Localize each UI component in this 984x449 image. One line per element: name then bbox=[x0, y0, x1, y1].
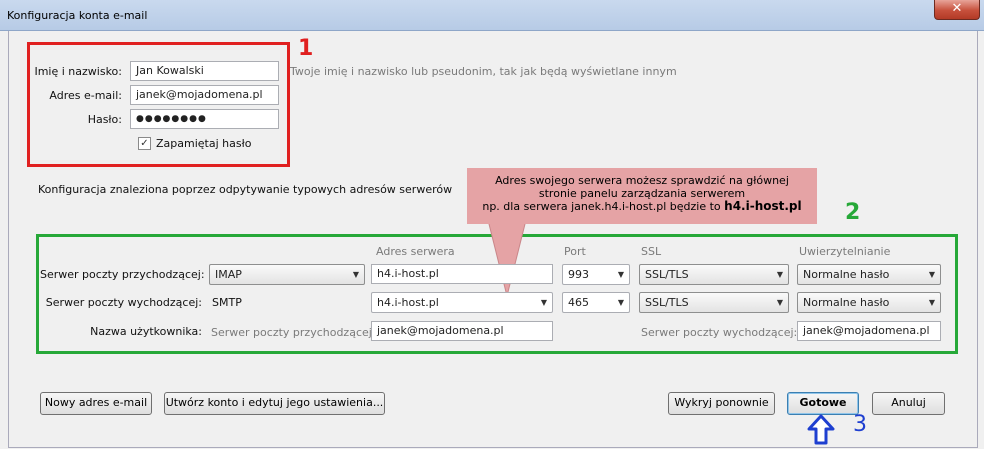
chevron-down-icon: ▼ bbox=[928, 298, 935, 307]
header-server-address: Adres serwera bbox=[376, 245, 455, 258]
status-text: Konfiguracja znaleziona poprzez odpytywa… bbox=[38, 183, 453, 196]
incoming-port-select[interactable]: 993 ▼ bbox=[562, 264, 630, 285]
header-port: Port bbox=[564, 245, 586, 258]
password-field[interactable]: ●●●●●●●● bbox=[130, 109, 279, 129]
tooltip-line-3: np. dla serwera janek.h4.i-host.pl będzi… bbox=[471, 199, 813, 214]
incoming-protocol-select[interactable]: IMAP ▼ bbox=[209, 264, 365, 285]
window-title: Konfiguracja konta e-mail bbox=[7, 9, 148, 22]
incoming-protocol-value: IMAP bbox=[215, 268, 242, 281]
tooltip-pointer bbox=[487, 220, 527, 297]
incoming-server-address-field[interactable]: h4.i-host.pl bbox=[371, 264, 553, 284]
outgoing-server-address-select[interactable]: h4.i-host.pl ▼ bbox=[371, 292, 553, 313]
header-ssl: SSL bbox=[641, 245, 662, 258]
chevron-down-icon: ▼ bbox=[540, 298, 547, 307]
header-auth: Uwierzytelnianie bbox=[799, 245, 891, 258]
close-button[interactable]: ✕ bbox=[934, 0, 980, 20]
annotation-number-3: 3 bbox=[853, 412, 867, 437]
incoming-ssl-select[interactable]: SSL/TLS ▼ bbox=[639, 264, 789, 285]
username-outgoing-field[interactable]: janek@mojadomena.pl bbox=[797, 321, 941, 341]
outgoing-protocol: SMTP bbox=[212, 296, 242, 309]
remember-password-checkbox[interactable]: ✓ bbox=[138, 137, 151, 150]
outgoing-port-select[interactable]: 465 ▼ bbox=[562, 292, 630, 313]
chevron-down-icon: ▼ bbox=[776, 270, 783, 279]
incoming-port-value: 993 bbox=[568, 268, 589, 281]
username-incoming-field[interactable]: janek@mojadomena.pl bbox=[371, 321, 553, 341]
name-hint: Twoje imię i nazwisko lub pseudonim, tak… bbox=[290, 65, 677, 78]
email-field[interactable]: janek@mojadomena.pl bbox=[130, 85, 279, 105]
chevron-down-icon: ▼ bbox=[928, 270, 935, 279]
annotation-number-2: 2 bbox=[845, 200, 861, 225]
chevron-down-icon: ▼ bbox=[617, 298, 624, 307]
name-label: Imię i nazwisko: bbox=[34, 65, 122, 78]
incoming-server-label: Serwer poczty przychodzącej: bbox=[40, 268, 205, 281]
window-title-bar bbox=[0, 0, 984, 31]
cancel-button[interactable]: Anuluj bbox=[872, 392, 945, 415]
password-label: Hasło: bbox=[87, 113, 122, 126]
incoming-auth-select[interactable]: Normalne hasło ▼ bbox=[797, 264, 941, 285]
name-field[interactable]: Jan Kowalski bbox=[130, 61, 279, 81]
chevron-down-icon: ▼ bbox=[617, 270, 624, 279]
outgoing-port-value: 465 bbox=[568, 296, 589, 309]
done-button[interactable]: Gotowe bbox=[787, 392, 859, 415]
close-icon: ✕ bbox=[951, 1, 963, 16]
incoming-auth-value: Normalne hasło bbox=[803, 268, 890, 281]
outgoing-ssl-select[interactable]: SSL/TLS ▼ bbox=[639, 292, 789, 313]
outgoing-auth-select[interactable]: Normalne hasło ▼ bbox=[797, 292, 941, 313]
username-incoming-label: Serwer poczty przychodzącej: bbox=[211, 326, 376, 339]
incoming-ssl-value: SSL/TLS bbox=[645, 268, 689, 281]
tooltip-line-3-bold: h4.i-host.pl bbox=[724, 199, 802, 213]
outgoing-auth-value: Normalne hasło bbox=[803, 296, 890, 309]
tooltip-line-3-prefix: np. dla serwera janek.h4.i-host.pl będzi… bbox=[482, 200, 725, 213]
email-label: Adres e-mail: bbox=[49, 89, 122, 102]
chevron-down-icon: ▼ bbox=[776, 298, 783, 307]
chevron-down-icon: ▼ bbox=[352, 270, 359, 279]
annotation-number-1: 1 bbox=[298, 36, 314, 61]
new-email-button[interactable]: Nowy adres e-mail bbox=[40, 392, 152, 415]
up-arrow-icon bbox=[807, 414, 835, 445]
create-account-button[interactable]: Utwórz konto i edytuj jego ustawienia... bbox=[164, 392, 385, 415]
remember-password-label: Zapamiętaj hasło bbox=[156, 137, 252, 150]
tooltip-callout: Adres swojego serwera możesz sprawdzić n… bbox=[467, 168, 817, 224]
outgoing-ssl-value: SSL/TLS bbox=[645, 296, 689, 309]
outgoing-server-label: Serwer poczty wychodzącej: bbox=[45, 296, 202, 309]
username-outgoing-label: Serwer poczty wychodzącej: bbox=[641, 326, 798, 339]
tooltip-line-1: Adres swojego serwera możesz sprawdzić n… bbox=[495, 174, 789, 187]
outgoing-server-address-value: h4.i-host.pl bbox=[377, 296, 439, 309]
username-label: Nazwa użytkownika: bbox=[90, 325, 202, 338]
redetect-button[interactable]: Wykryj ponownie bbox=[668, 392, 775, 415]
